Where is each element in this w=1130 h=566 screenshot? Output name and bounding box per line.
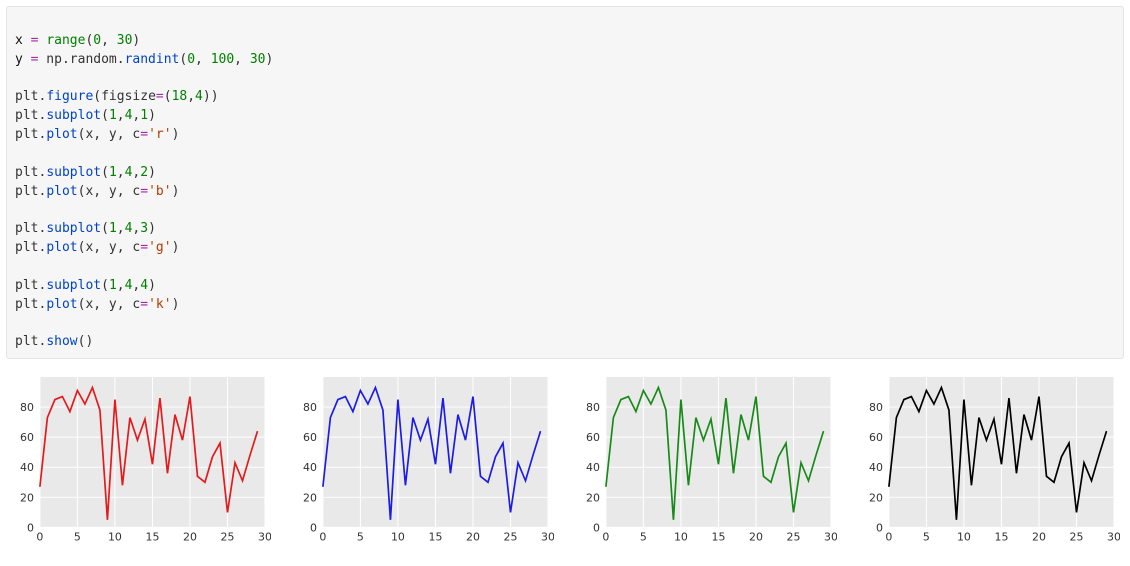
y-tick-label: 20: [586, 491, 600, 504]
x-tick-label: 25: [221, 531, 235, 544]
subplot-3: 0 5 10 15 20 25 30 0 20 40 60 80: [576, 371, 837, 545]
x-tick-label: 20: [749, 531, 763, 544]
x-tick-label: 10: [957, 531, 971, 544]
y-tick-label: 60: [303, 431, 317, 444]
x-tick-label: 10: [674, 531, 688, 544]
subplot-4: 0 5 10 15 20 25 30 0 20 40 60 80: [859, 371, 1120, 545]
y-tick-label: 40: [303, 461, 317, 474]
x-tick-label: 5: [74, 531, 81, 544]
x-tick-label: 15: [711, 531, 725, 544]
x-tick-label: 0: [36, 531, 43, 544]
y-tick-label: 40: [20, 461, 34, 474]
x-tick-label: 15: [428, 531, 442, 544]
y-tick-label: 0: [593, 522, 600, 535]
y-tick-label: 40: [869, 461, 883, 474]
x-tick-label: 20: [466, 531, 480, 544]
y-tick-label: 60: [586, 431, 600, 444]
x-tick-label: 5: [923, 531, 930, 544]
y-tick-label: 0: [876, 522, 883, 535]
x-tick-label: 20: [183, 531, 197, 544]
y-tick-label: 20: [869, 491, 883, 504]
x-tick-label: 20: [1032, 531, 1046, 544]
x-tick-label: 0: [885, 531, 892, 544]
y-tick-label: 20: [303, 491, 317, 504]
x-tick-label: 30: [258, 531, 271, 544]
y-tick-label: 60: [869, 431, 883, 444]
x-tick-label: 15: [145, 531, 159, 544]
x-tick-label: 25: [787, 531, 801, 544]
code-line: plt.subplot(1,4,4): [15, 278, 156, 293]
x-tick-label: 0: [319, 531, 326, 544]
y-tick-label: 80: [869, 401, 883, 414]
code-line: plt.show(): [15, 334, 93, 349]
y-tick-label: 60: [20, 431, 34, 444]
x-tick-label: 10: [391, 531, 405, 544]
y-tick-label: 40: [586, 461, 600, 474]
y-tick-label: 80: [303, 401, 317, 414]
code-line: plt.subplot(1,4,2): [15, 165, 156, 180]
y-tick-label: 80: [20, 401, 34, 414]
x-tick-label: 30: [541, 531, 554, 544]
code-line: x = range(0, 30): [15, 33, 140, 48]
y-tick-label: 20: [20, 491, 34, 504]
x-tick-label: 25: [1070, 531, 1084, 544]
y-tick-label: 0: [310, 522, 317, 535]
y-tick-label: 0: [27, 522, 34, 535]
subplot-2: 0 5 10 15 20 25 30 0 20 40 60 80: [293, 371, 554, 545]
code-line: plt.subplot(1,4,1): [15, 108, 156, 123]
code-line: plt.plot(x, y, c='r'): [15, 127, 179, 142]
code-line: plt.plot(x, y, c='k'): [15, 297, 179, 312]
x-tick-label: 15: [994, 531, 1008, 544]
code-line: plt.plot(x, y, c='b'): [15, 184, 179, 199]
x-tick-label: 30: [824, 531, 837, 544]
x-tick-label: 0: [602, 531, 609, 544]
code-line: plt.figure(figsize=(18,4)): [15, 89, 219, 104]
x-tick-label: 5: [357, 531, 364, 544]
code-line: y = np.random.randint(0, 100, 30): [15, 52, 273, 67]
code-line: plt.plot(x, y, c='g'): [15, 240, 179, 255]
y-tick-label: 80: [586, 401, 600, 414]
subplot-1: 0 5 10 15 20 25 30 0 20 40 60 80: [10, 371, 271, 545]
charts-output: 0 5 10 15 20 25 30 0 20 40 60 80 0 5 10 15 20 25 30 0 20 40 6…: [0, 367, 1130, 555]
x-tick-label: 30: [1107, 531, 1120, 544]
x-tick-label: 10: [108, 531, 122, 544]
x-tick-label: 5: [640, 531, 647, 544]
code-cell: x = range(0, 30) y = np.random.randint(0…: [6, 6, 1124, 359]
code-line: plt.subplot(1,4,3): [15, 221, 156, 236]
x-tick-label: 25: [504, 531, 518, 544]
